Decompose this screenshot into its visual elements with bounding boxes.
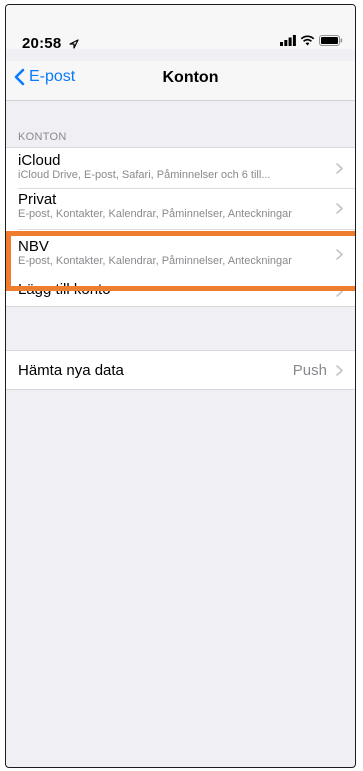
- battery-icon: [319, 35, 343, 46]
- add-account-label: Lägg till konto: [18, 281, 111, 298]
- account-name: NBV: [18, 238, 49, 255]
- location-arrow-icon: [69, 39, 79, 49]
- chevron-right-icon: [336, 286, 343, 297]
- account-name: iCloud: [18, 152, 61, 169]
- navigation-bar: E-post Konton: [6, 61, 355, 101]
- page-title: Konton: [162, 69, 219, 86]
- status-bar: 20:58: [6, 5, 355, 52]
- account-row-privat[interactable]: Privat E-post, Kontakter, Kalendrar, Påm…: [6, 189, 355, 229]
- chevron-right-icon: [336, 365, 343, 376]
- status-icons: [280, 35, 343, 46]
- accounts-list: iCloud iCloud Drive, E-post, Safari, Påm…: [6, 147, 355, 307]
- section-header-accounts: KONTON: [18, 131, 67, 143]
- chevron-right-icon: [336, 163, 343, 174]
- wifi-icon: [300, 35, 315, 46]
- account-row-nbv[interactable]: NBV E-post, Kontakter, Kalendrar, Påminn…: [6, 230, 355, 278]
- account-detail: iCloud Drive, E-post, Safari, Påminnelse…: [18, 169, 271, 181]
- account-row-icloud[interactable]: iCloud iCloud Drive, E-post, Safari, Påm…: [6, 148, 355, 188]
- add-account-row[interactable]: Lägg till konto: [6, 278, 355, 306]
- status-time: 20:58: [22, 35, 79, 52]
- fetch-new-data-label: Hämta nya data: [18, 362, 124, 379]
- account-name: Privat: [18, 191, 57, 208]
- phone-screen: 20:58 E-post Konton KONTON iCloud iCloud…: [5, 4, 356, 768]
- fetch-mode-value: Push: [292, 362, 327, 379]
- fetch-data-list: Hämta nya data Push: [6, 350, 355, 390]
- account-detail: E-post, Kontakter, Kalendrar, Påminnelse…: [18, 208, 292, 220]
- time-text: 20:58: [22, 35, 62, 52]
- chevron-right-icon: [336, 249, 343, 260]
- signal-icon: [280, 35, 296, 46]
- chevron-right-icon: [336, 203, 343, 214]
- fetch-new-data-row[interactable]: Hämta nya data Push: [6, 351, 355, 389]
- account-detail: E-post, Kontakter, Kalendrar, Påminnelse…: [18, 255, 292, 267]
